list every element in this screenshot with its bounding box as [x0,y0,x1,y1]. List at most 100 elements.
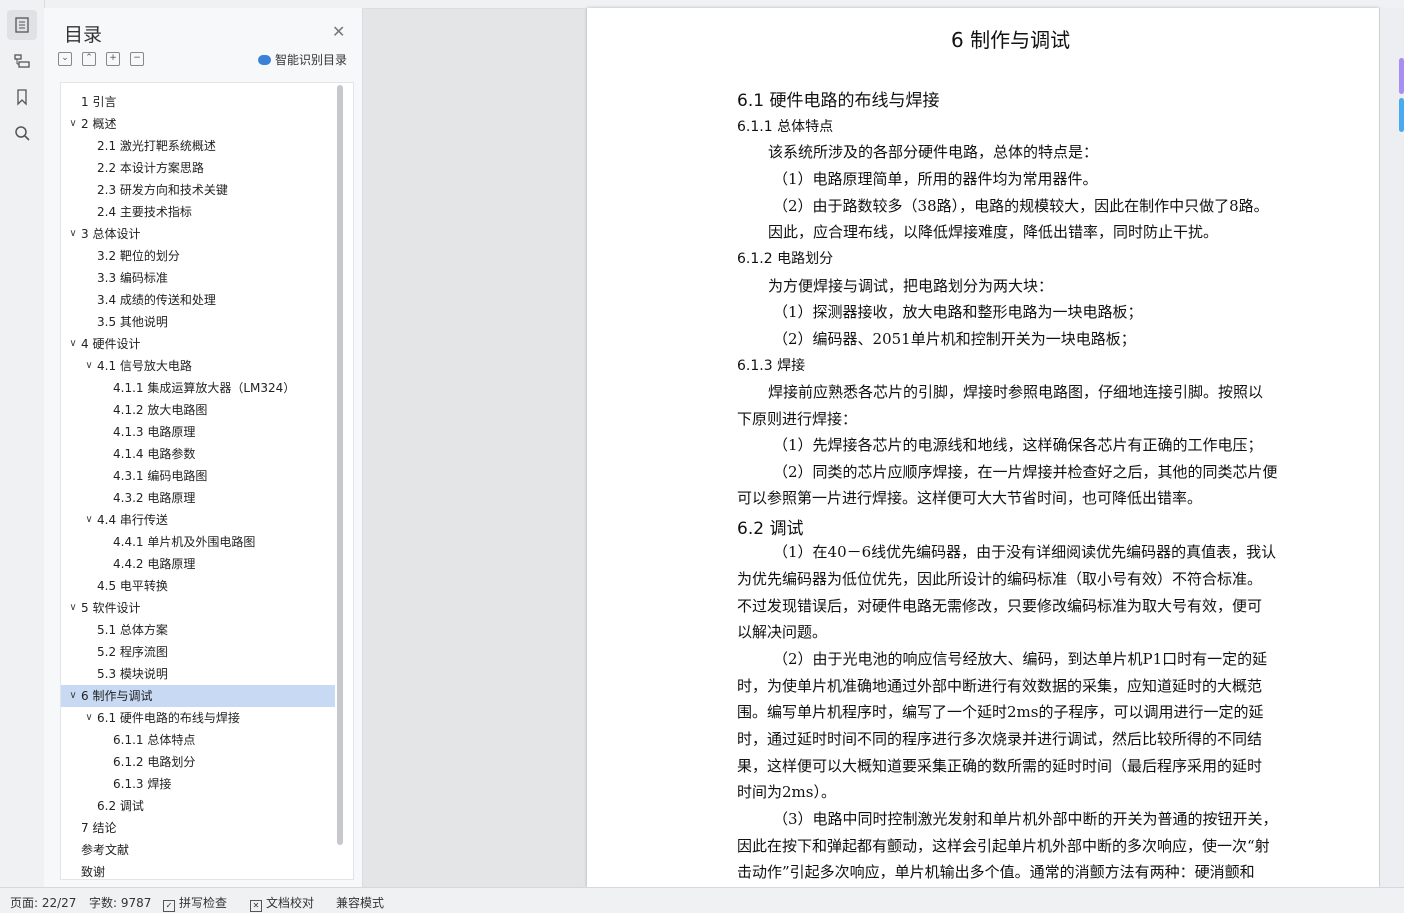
collapse-all-icon[interactable]: ⌄ [58,52,72,66]
toc-item[interactable]: 4.4.1 单片机及外围电路图 [61,531,335,553]
right-tab-blue[interactable] [1399,98,1404,132]
chevron-down-icon[interactable]: ∨ [67,223,79,245]
chevron-down-icon[interactable]: ∨ [67,597,79,619]
doc-heading: 6.1.3 焊接 [737,358,806,374]
toc-item-label: 4.1.3 电路原理 [113,425,196,439]
close-icon[interactable]: ✕ [332,22,345,41]
toc-item[interactable]: 2.1 激光打靶系统概述 [61,135,335,157]
doc-paragraph-line: 果，这样便可以大概知道要采集正确的数所需的延时时间（最后程序采用的延时 [737,757,1263,775]
add-item-icon[interactable]: + [106,52,120,66]
word-count[interactable]: 字数: 9787 [89,894,151,911]
doc-paragraph-line: 可以参照第一片进行焊接。这样便可大大节省时间，也可降低出错率。 [737,489,1203,507]
doc-paragraph-line: （2）编码器、2051单片机和控制开关为一块电路板； [773,330,1136,348]
toc-item[interactable]: 参考文献 [61,839,335,861]
toc-item[interactable]: ∨ 6 制作与调试 [61,685,335,707]
search-icon[interactable] [7,118,37,148]
toc-item[interactable]: 4.3.1 编码电路图 [61,465,335,487]
proofread-label: 文档校对 [266,896,315,910]
chevron-down-icon[interactable]: ∨ [67,685,79,707]
chevron-down-icon[interactable]: ∨ [67,113,79,135]
toc-item[interactable]: 5.1 总体方案 [61,619,335,641]
toc-item[interactable]: ∨ 4.4 串行传送 [61,509,335,531]
toc-item[interactable]: 3.3 编码标准 [61,267,335,289]
toc-item[interactable]: ∨ 4.1 信号放大电路 [61,355,335,377]
toc-item[interactable]: 6.2 调试 [61,795,335,817]
right-tab-purple[interactable] [1399,58,1404,94]
toc-item[interactable]: 4.1.3 电路原理 [61,421,335,443]
doc-paragraph-line: （1）探测器接收，放大电路和整形电路为一块电路板； [773,303,1143,321]
toc-item-label: 3.2 靶位的划分 [97,249,180,263]
toc-item[interactable]: 4.5 电平转换 [61,575,335,597]
toc-item-label: 4.4 串行传送 [97,513,168,527]
toc-item[interactable]: 5.3 模块说明 [61,663,335,685]
toc-item-label: 6.2 调试 [97,799,144,813]
check-icon: ✓ [163,900,175,912]
toc-list: 1 引言 ∨ 2 概述 2.1 激光打靶系统概述 2.2 本设计方案思路 2.3 研发方向… [60,82,354,880]
toc-item[interactable]: 5.2 程序流图 [61,641,335,663]
toc-item[interactable]: 4.1.1 集成运算放大器（LM324） [61,377,335,399]
toc-item-label: 4.5 电平转换 [97,579,168,593]
toc-item[interactable]: 2.3 研发方向和技术关键 [61,179,335,201]
toc-item[interactable]: 4.3.2 电路原理 [61,487,335,509]
toc-item[interactable]: ∨ 4 硬件设计 [61,333,335,355]
toc-item-label: 4.3.2 电路原理 [113,491,196,505]
toc-item-label: 3.4 成绩的传送和处理 [97,293,216,307]
toc-item[interactable]: 1 引言 [61,91,335,113]
doc-paragraph-line: 时，通过延时时间不同的程序进行多次烧录并进行调试，然后比较所得的不同结 [737,730,1263,748]
toc-item-label: 4.1.1 集成运算放大器（LM324） [113,381,296,395]
toc-item-label: 6.1.2 电路划分 [113,755,196,769]
toc-item[interactable]: 3.4 成绩的传送和处理 [61,289,335,311]
structure-icon[interactable] [7,46,37,76]
document-page: 6 制作与调试 6.1 硬件电路的布线与焊接 6.1.1 总体特点 该系统所涉及的各部… [587,8,1379,887]
doc-paragraph-line: 为优先编码器为低位优先，因此所设计的编码标准（取小号有效）不符合标准。 [737,570,1263,588]
doc-heading: 6.1.2 电路划分 [737,251,834,267]
toc-item[interactable]: 3.5 其他说明 [61,311,335,333]
toc-item[interactable]: ∨ 5 软件设计 [61,597,335,619]
bookmark-icon[interactable] [7,82,37,112]
doc-paragraph-line: 因此在按下和弹起都有颤动，这样会引起单片机外部中断的多次响应，使一次“射 [737,837,1270,855]
toc-item-label: 7 结论 [81,821,117,835]
toc-item[interactable]: 4.4.2 电路原理 [61,553,335,575]
chevron-down-icon[interactable]: ∨ [67,333,79,355]
toc-scrollbar[interactable] [337,85,343,845]
spell-check-button[interactable]: ✓ 拼写检查 [163,894,227,912]
doc-paragraph-line: 该系统所涉及的各部分硬件电路，总体的特点是： [768,143,1099,161]
toc-item[interactable]: 6.1.1 总体特点 [61,729,335,751]
toc-item[interactable]: 6.1.3 焊接 [61,773,335,795]
smart-toc-label: 智能识别目录 [275,53,348,67]
doc-paragraph-line: 时，为使单片机准确地通过外部中断进行有效数据的采集，应知道延时的大概范 [737,677,1263,695]
chevron-down-icon[interactable]: ∨ [83,707,95,729]
toc-item-label: 2.4 主要技术指标 [97,205,192,219]
doc-paragraph-line: （1）先焊接各芯片的电源线和地线，这样确保各芯片有正确的工作电压； [773,436,1263,454]
toc-item[interactable]: 3.2 靶位的划分 [61,245,335,267]
chevron-down-icon[interactable]: ∨ [83,509,95,531]
compat-mode[interactable]: 兼容模式 [336,894,384,911]
toc-item-label: 4.3.1 编码电路图 [113,469,208,483]
remove-item-icon[interactable]: − [130,52,144,66]
expand-up-icon[interactable]: ⌃ [82,52,96,66]
toc-item[interactable]: ∨ 2 概述 [61,113,335,135]
toc-icon[interactable] [7,10,37,40]
toc-item-label: 2.1 激光打靶系统概述 [97,139,216,153]
toc-item[interactable]: 6.1.2 电路划分 [61,751,335,773]
chevron-down-icon[interactable]: ∨ [83,355,95,377]
toc-item[interactable]: ∨ 3 总体设计 [61,223,335,245]
toc-item[interactable]: ∨ 6.1 硬件电路的布线与焊接 [61,707,335,729]
toc-item-label: 3.3 编码标准 [97,271,168,285]
toc-item[interactable]: 致谢 [61,861,335,879]
toc-item[interactable]: 2.4 主要技术指标 [61,201,335,223]
toc-item[interactable]: 7 结论 [61,817,335,839]
toc-item-label: 4.1.4 电路参数 [113,447,196,461]
toc-item[interactable]: 2.2 本设计方案思路 [61,157,335,179]
proofread-button[interactable]: ✕ 文档校对 [250,894,314,912]
toc-item-label: 2.2 本设计方案思路 [97,161,204,175]
doc-paragraph-line: 围。编写单片机程序时，编写了一个延时2ms的子程序，可以调用进行一定的延 [737,703,1264,721]
proof-icon: ✕ [250,900,262,912]
toc-item[interactable]: 4.1.2 放大电路图 [61,399,335,421]
page-indicator[interactable]: 页面: 22/27 [10,894,76,911]
doc-paragraph-line: 以解决问题。 [737,623,828,641]
smart-toc-button[interactable]: 智能识别目录 [258,51,347,68]
toc-item-label: 5.3 模块说明 [97,667,168,681]
doc-heading: 6.1 硬件电路的布线与焊接 [737,91,940,111]
toc-item[interactable]: 4.1.4 电路参数 [61,443,335,465]
